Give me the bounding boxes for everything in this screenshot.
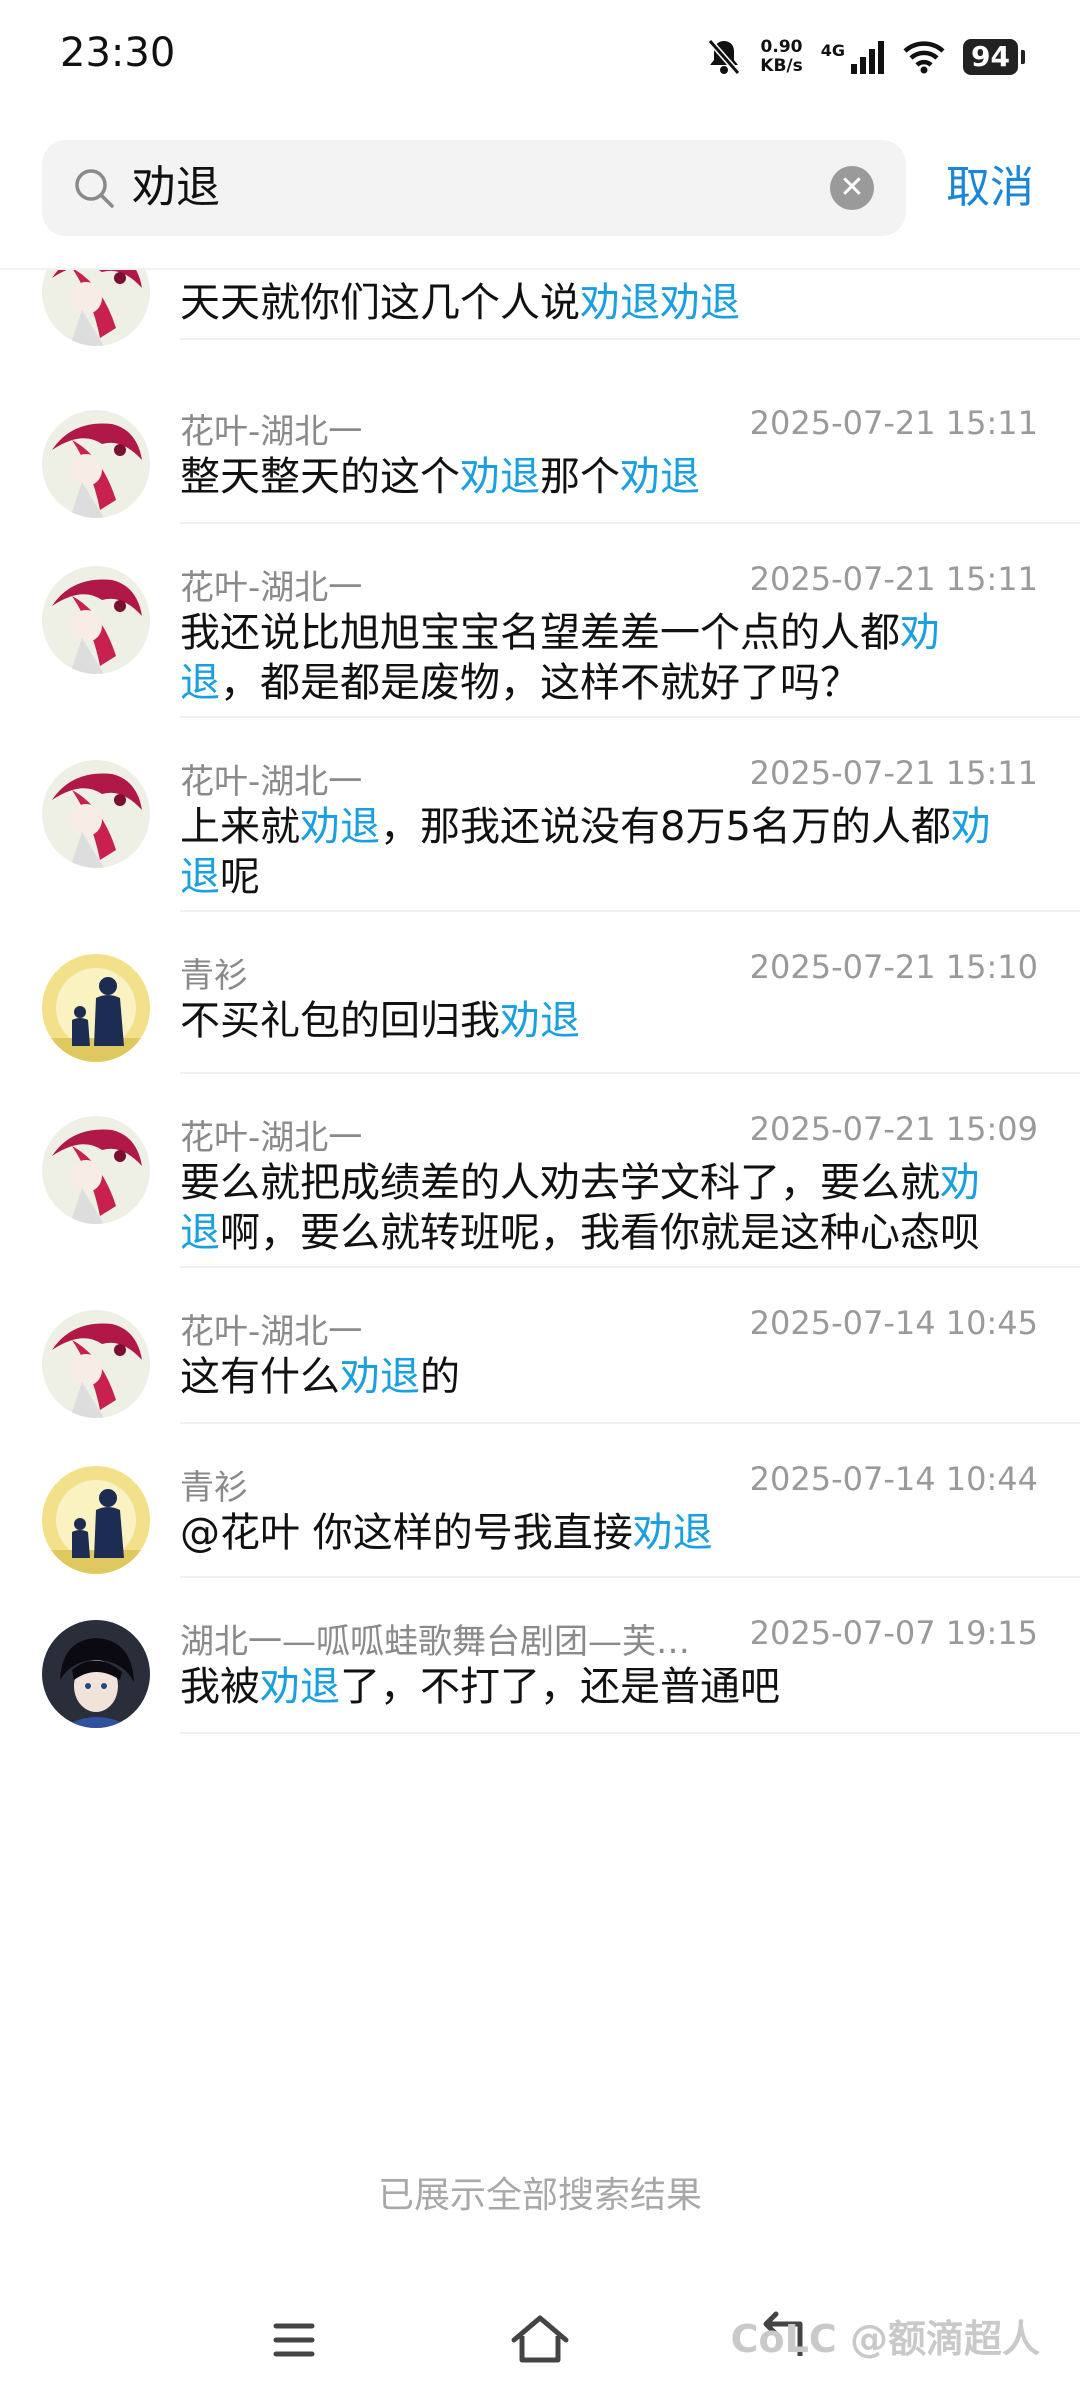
message-text: 不买礼包的回归我劝退 xyxy=(180,996,1000,1046)
signal-icon xyxy=(851,41,885,74)
username: 青衫 xyxy=(180,1468,248,1508)
message-segment: 上来就 xyxy=(180,804,300,850)
avatar[interactable] xyxy=(42,270,150,346)
message-text: 上来就劝退，那我还说没有8万5名万的人都劝退呢 xyxy=(180,802,1000,902)
avatar[interactable] xyxy=(42,566,150,674)
highlighted-keyword: 劝退 xyxy=(260,1664,340,1710)
result-item[interactable]: 天天就你们这几个人说劝退劝退 xyxy=(0,270,1080,346)
message-text: 要么就把成绩差的人劝去学文科了，要么就劝退啊，要么就转班呢，我看你就是这种心态呗 xyxy=(180,1158,1000,1258)
status-time: 23:30 xyxy=(60,30,176,76)
highlighted-keyword: 劝退 xyxy=(500,998,580,1044)
message-segment: ，那我还说没有8万5名万的人都 xyxy=(380,804,951,850)
menu-icon[interactable] xyxy=(254,2300,334,2380)
result-item[interactable]: 花叶-湖北一 2025-07-21 15:09 要么就把成绩差的人劝去学文科了，要么… xyxy=(0,1074,1080,1268)
timestamp: 2025-07-21 15:11 xyxy=(749,560,1038,598)
username: 花叶-湖北一 xyxy=(180,568,363,608)
message-text: 整天整天的这个劝退那个劝退 xyxy=(180,452,1000,502)
message-segment: 我还说比旭旭宝宝名望差差一个点的人都 xyxy=(180,610,900,656)
result-item[interactable]: 花叶-湖北一 2025-07-21 15:11 整天整天的这个劝退那个劝退 xyxy=(0,368,1080,524)
search-results-list: 天天就你们这几个人说劝退劝退 花叶-湖北一 2025-07-21 15:11 整天整天… xyxy=(0,270,1080,2160)
message-segment: 的 xyxy=(420,1354,460,1400)
result-item[interactable]: 湖北一—呱呱蛙歌舞台剧团—芙… 2025-07-07 19:15 我被劝退了，不打了… xyxy=(0,1578,1080,1734)
timestamp: 2025-07-21 15:10 xyxy=(749,948,1038,986)
wifi-icon xyxy=(903,41,945,74)
speed-value: 0.90 xyxy=(760,37,803,57)
message-segment: 这有什么 xyxy=(180,1354,340,1400)
cancel-button[interactable]: 取消 xyxy=(946,160,1034,216)
highlighted-keyword: 劝退 xyxy=(632,1510,713,1556)
message-segment: 了，不打了，还是普通吧 xyxy=(340,1664,780,1710)
end-of-results-text: 已展示全部搜索结果 xyxy=(377,2175,702,2216)
username: 湖北一—呱呱蛙歌舞台剧团—芙… xyxy=(180,1622,690,1662)
network-speed: 0.90 KB/s xyxy=(760,38,802,76)
item-divider xyxy=(180,338,1080,340)
message-segment: 要么就把成绩差的人劝去学文科了，要么就 xyxy=(180,1160,940,1206)
avatar[interactable] xyxy=(42,1116,150,1224)
message-text: @花叶 你这样的号我直接劝退 xyxy=(180,1508,1000,1558)
result-item[interactable]: 花叶-湖北一 2025-07-21 15:11 上来就劝退，那我还说没有8万5名万的… xyxy=(0,718,1080,912)
result-item[interactable]: 花叶-湖北一 2025-07-21 15:11 我还说比旭旭宝宝名望差差一个点的人都… xyxy=(0,524,1080,718)
timestamp: 2025-07-07 19:15 xyxy=(749,1614,1038,1652)
timestamp: 2025-07-21 15:09 xyxy=(749,1110,1038,1148)
username: 花叶-湖北一 xyxy=(180,412,363,452)
item-divider xyxy=(180,1732,1080,1734)
username: 青衫 xyxy=(180,956,248,996)
highlighted-keyword: 劝退劝退 xyxy=(580,280,740,326)
highlighted-keyword: 劝退 xyxy=(340,1354,420,1400)
message-segment: 天天就你们这几个人说 xyxy=(180,280,580,326)
timestamp: 2025-07-21 15:11 xyxy=(749,404,1038,442)
speed-unit: KB/s xyxy=(760,56,803,76)
message-text: 天天就你们这几个人说劝退劝退 xyxy=(180,278,1000,328)
network-type: 4G xyxy=(820,40,846,60)
username: 花叶-湖北一 xyxy=(180,1118,363,1158)
message-segment: ，都是都是废物，这样不就好了吗？ xyxy=(220,660,860,706)
timestamp: 2025-07-21 15:11 xyxy=(749,754,1038,792)
timestamp: 2025-07-14 10:45 xyxy=(749,1304,1038,1342)
highlighted-keyword: 劝退 xyxy=(300,804,380,850)
search-input[interactable] xyxy=(132,140,832,236)
result-item[interactable]: 青衫 2025-07-21 15:10 不买礼包的回归我劝退 xyxy=(0,912,1080,1074)
watermark: CoLC @额滴超人 xyxy=(730,2317,1040,2361)
message-segment: 那个 xyxy=(540,454,620,500)
highlighted-keyword: 劝退 xyxy=(620,454,700,500)
home-icon[interactable] xyxy=(500,2300,580,2380)
message-segment: 整天整天的这个 xyxy=(180,454,460,500)
search-icon xyxy=(75,169,114,208)
avatar[interactable] xyxy=(42,1620,150,1728)
avatar[interactable] xyxy=(42,410,150,518)
result-item[interactable]: 青衫 2025-07-14 10:44 @花叶 你这样的号我直接劝退 xyxy=(0,1424,1080,1578)
username: 花叶-湖北一 xyxy=(180,1312,363,1352)
status-bar: 23:30 0.90 KB/s 4G 94 xyxy=(0,0,1080,118)
message-text: 我还说比旭旭宝宝名望差差一个点的人都劝退，都是都是废物，这样不就好了吗？ xyxy=(180,608,1000,708)
message-text: 这有什么劝退的 xyxy=(180,1352,1000,1402)
avatar[interactable] xyxy=(42,1310,150,1418)
mute-bell-icon xyxy=(708,39,741,75)
avatar[interactable] xyxy=(42,760,150,868)
result-item[interactable]: 花叶-湖北一 2025-07-14 10:45 这有什么劝退的 xyxy=(0,1268,1080,1424)
search-bar: ✕ xyxy=(42,140,906,236)
message-segment: 我被 xyxy=(180,1664,260,1710)
status-icons: 0.90 KB/s 4G 94 xyxy=(706,34,1025,80)
username: 花叶-湖北一 xyxy=(180,762,363,802)
avatar[interactable] xyxy=(42,954,150,1062)
battery-indicator: 94 xyxy=(963,39,1025,75)
message-segment: 不买礼包的回归我 xyxy=(180,998,500,1044)
highlighted-keyword: 劝退 xyxy=(460,454,540,500)
message-text: 我被劝退了，不打了，还是普通吧 xyxy=(180,1662,1000,1712)
timestamp: 2025-07-14 10:44 xyxy=(749,1460,1038,1498)
clear-icon[interactable]: ✕ xyxy=(830,166,874,210)
message-segment: 啊，要么就转班呢，我看你就是这种心态呗 xyxy=(220,1210,980,1256)
message-segment: 呢 xyxy=(220,854,260,900)
message-segment: @花叶 你这样的号我直接 xyxy=(180,1510,633,1556)
avatar[interactable] xyxy=(42,1466,150,1574)
